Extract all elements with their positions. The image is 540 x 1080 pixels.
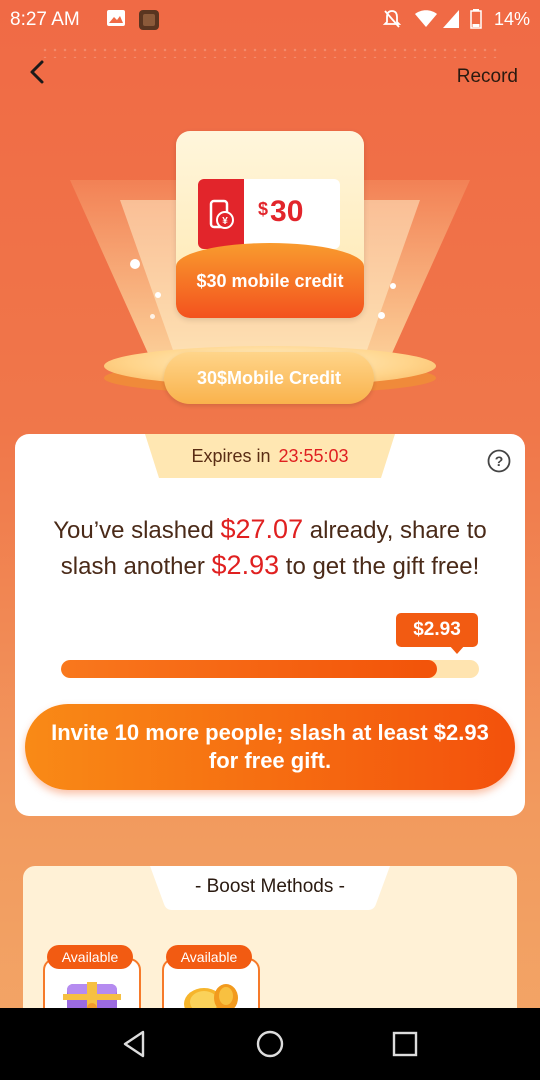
phone-coin-icon: ¥ xyxy=(209,199,234,229)
boost-method-badge: Available xyxy=(166,945,252,969)
svg-text:¥: ¥ xyxy=(222,216,228,227)
ticket-amount: $30 xyxy=(258,195,304,228)
nav-home-icon[interactable] xyxy=(250,1024,290,1064)
sparkle xyxy=(130,259,140,269)
status-bar: 8:27 AM 14% xyxy=(0,0,540,38)
status-time: 8:27 AM xyxy=(10,9,80,30)
invite-button-label: Invite 10 more people; slash at least $2… xyxy=(51,720,489,773)
battery-icon xyxy=(470,9,482,29)
remaining-amount: $2.93 xyxy=(211,550,280,580)
boost-methods-title: - Boost Methods - xyxy=(195,876,345,897)
nav-back-icon[interactable] xyxy=(115,1024,155,1064)
nav-recents-icon[interactable] xyxy=(385,1024,425,1064)
countdown: Expires in 23:55:03 xyxy=(145,446,395,467)
wifi-icon xyxy=(415,10,437,27)
signal-icon xyxy=(443,10,459,28)
gallery-notification-icon xyxy=(107,10,125,26)
slash-progress-fill xyxy=(61,660,438,678)
sparkle xyxy=(390,283,396,289)
sparkle xyxy=(155,292,161,298)
countdown-timer: 23:55:03 xyxy=(278,446,349,466)
slash-status-message: You’ve slashed $27.07 already, share to … xyxy=(53,514,487,580)
slash-progress-bar xyxy=(61,660,479,678)
remaining-badge: $2.93 xyxy=(396,613,478,647)
prize-name-pill: 30$Mobile Credit xyxy=(164,352,374,404)
invite-button[interactable]: Invite 10 more people; slash at least $2… xyxy=(25,704,515,790)
slashed-amount: $27.07 xyxy=(220,514,304,544)
remaining-badge-tail xyxy=(449,645,465,654)
countdown-label: Expires in xyxy=(191,446,271,466)
credit-ticket: ¥ $30 xyxy=(198,179,340,249)
sparkle xyxy=(378,312,385,319)
prize-label: $30 mobile credit xyxy=(196,271,344,291)
decorative-dots xyxy=(40,46,500,58)
app-notification-icon xyxy=(139,10,159,30)
battery-percent: 14% xyxy=(493,9,530,29)
mute-icon xyxy=(382,10,402,28)
svg-text:?: ? xyxy=(495,453,504,469)
back-arrow-icon[interactable] xyxy=(22,56,54,88)
record-link[interactable]: Record xyxy=(457,66,518,88)
help-icon[interactable]: ? xyxy=(487,449,511,473)
sparkle xyxy=(150,314,155,319)
prize-card: ¥ $30 $30 mobile credit xyxy=(176,131,364,318)
boost-method-badge: Available xyxy=(47,945,133,969)
